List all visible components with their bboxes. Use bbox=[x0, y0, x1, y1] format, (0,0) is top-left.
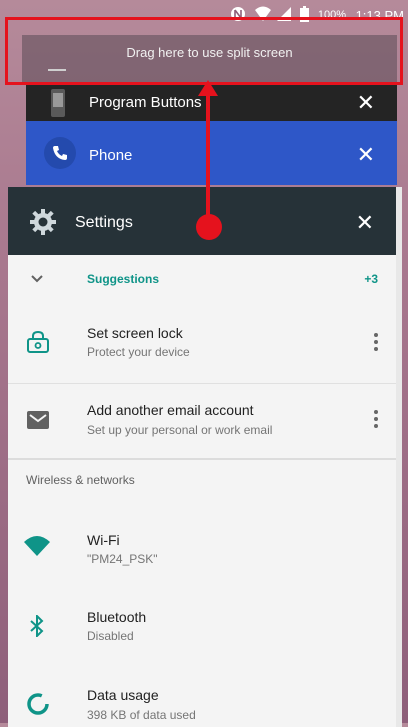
suggestions-header[interactable]: Suggestions +3 bbox=[8, 255, 396, 305]
row-subtitle: Set up your personal or work email bbox=[87, 423, 273, 437]
row-subtitle: 398 KB of data used bbox=[87, 708, 196, 722]
recent-card-phone[interactable]: Phone ✕ bbox=[26, 121, 397, 185]
wifi-icon bbox=[24, 536, 50, 556]
row-subtitle: "PM24_PSK" bbox=[87, 552, 158, 566]
settings-item-data-usage[interactable]: Data usage 398 KB of data used bbox=[8, 662, 396, 727]
suggestions-count: +3 bbox=[364, 272, 378, 286]
suggestion-item-screen-lock[interactable]: Set screen lock Protect your device bbox=[8, 305, 396, 383]
close-icon[interactable]: ✕ bbox=[357, 144, 375, 166]
row-title: Wi-Fi bbox=[87, 532, 120, 548]
mail-icon bbox=[27, 411, 49, 429]
program-buttons-app-icon bbox=[51, 89, 65, 117]
annotation-drag-line bbox=[206, 92, 210, 227]
section-divider bbox=[8, 458, 396, 460]
bluetooth-icon bbox=[30, 615, 44, 637]
annotation-arrow-up-icon bbox=[198, 80, 218, 96]
recents-screen: { "status_bar": { "battery": "100%", "ti… bbox=[0, 0, 408, 727]
row-title: Add another email account bbox=[87, 402, 254, 418]
recent-card-settings[interactable]: Settings ✕ Suggestions +3 Set screen loc… bbox=[8, 187, 396, 727]
close-icon[interactable]: ✕ bbox=[357, 92, 375, 114]
suggestion-item-email[interactable]: Add another email account Set up your pe… bbox=[8, 384, 396, 458]
card-title: Program Buttons bbox=[89, 94, 202, 111]
row-title: Data usage bbox=[87, 687, 159, 703]
row-subtitle: Disabled bbox=[87, 629, 134, 643]
suggestions-label: Suggestions bbox=[87, 272, 160, 286]
annotation-highlight-box bbox=[5, 17, 403, 85]
close-icon[interactable]: ✕ bbox=[356, 212, 374, 234]
phone-app-icon bbox=[44, 137, 76, 169]
scrollbar-track bbox=[396, 187, 402, 727]
card-title: Settings bbox=[75, 214, 133, 231]
gear-icon bbox=[30, 209, 56, 235]
card-title: Phone bbox=[89, 147, 133, 164]
row-subtitle: Protect your device bbox=[87, 345, 190, 359]
settings-item-wifi[interactable]: Wi-Fi "PM24_PSK" bbox=[8, 512, 396, 587]
chevron-down-icon bbox=[31, 275, 43, 283]
annotation-touch-point bbox=[196, 214, 222, 240]
row-title: Set screen lock bbox=[87, 325, 183, 341]
more-options-icon[interactable] bbox=[374, 410, 378, 431]
settings-item-bluetooth[interactable]: Bluetooth Disabled bbox=[8, 587, 396, 662]
more-options-icon[interactable] bbox=[374, 333, 378, 354]
section-header: Wireless & networks bbox=[26, 473, 135, 487]
row-title: Bluetooth bbox=[87, 609, 147, 625]
lock-icon bbox=[27, 331, 49, 353]
data-usage-icon bbox=[27, 693, 49, 715]
